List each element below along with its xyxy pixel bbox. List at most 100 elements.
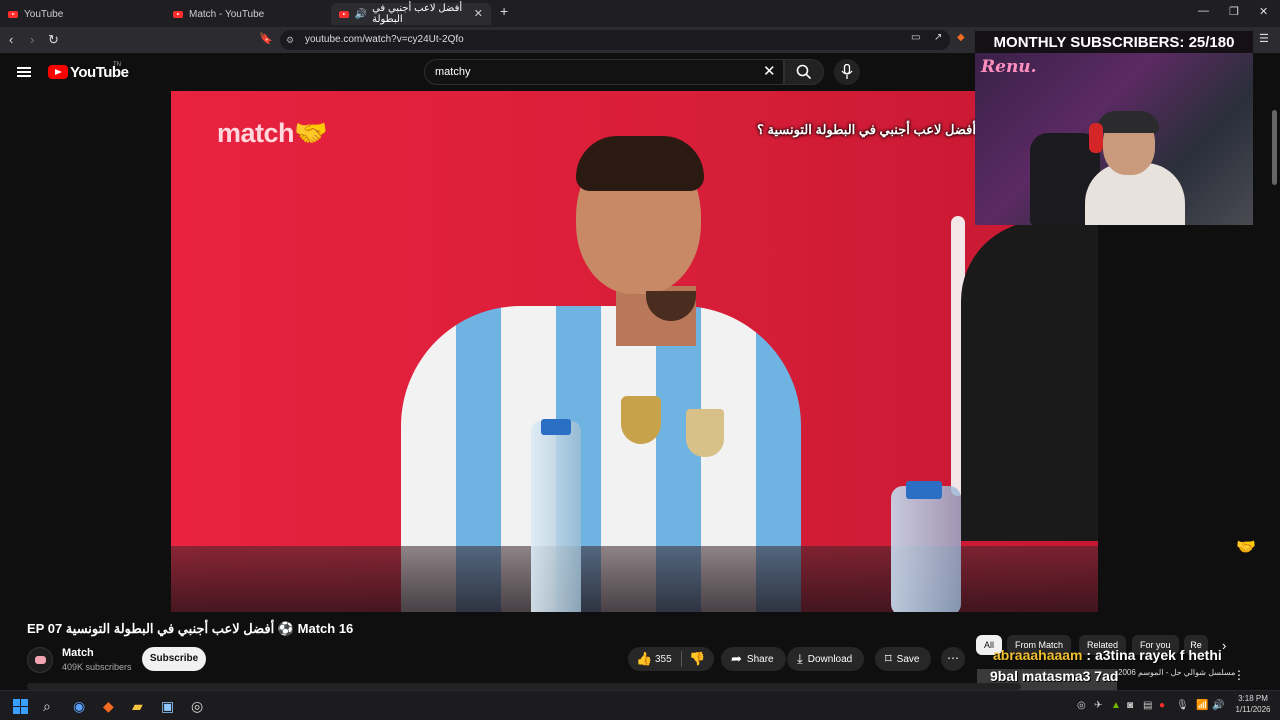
- guide-menu-icon[interactable]: [17, 67, 31, 77]
- youtube-favicon-icon: [8, 10, 18, 18]
- player-hair: [576, 136, 704, 191]
- video-player[interactable]: match🤝 أفضل لاعب أجنبي في البطولة التونس…: [171, 91, 1098, 612]
- photos-icon[interactable]: ▣: [161, 698, 174, 715]
- volume-icon[interactable]: 🔊: [1212, 700, 1224, 711]
- streamer-cap: [1097, 111, 1159, 133]
- share-label: Share: [746, 653, 774, 665]
- youtube-logo-icon[interactable]: [48, 65, 68, 79]
- restore-icon[interactable]: ❐: [1229, 5, 1239, 18]
- file-explorer-icon[interactable]: ▰: [132, 698, 143, 715]
- water-bottle: [531, 421, 581, 612]
- search-button[interactable]: [784, 59, 824, 85]
- bookmark-add-icon: ⌑: [885, 651, 892, 666]
- subscriber-goal: MONTHLY SUBSCRIBERS: 25/180: [993, 34, 1235, 51]
- speaker-icon[interactable]: 🔊: [355, 9, 367, 20]
- chat-message-1: abraaahaaam : a3tina rayek f hethi: [993, 647, 1222, 663]
- country-code: TN: [113, 62, 121, 68]
- youtube-favicon-icon: [173, 10, 183, 18]
- cam-logo: Renu.: [981, 57, 1037, 77]
- url-text: youtube.com/watch?v=cy24Ut-2Qfo: [305, 34, 464, 45]
- clock-time: 3:18 PM: [1238, 694, 1268, 703]
- match-brand-logo: match🤝: [217, 117, 328, 149]
- tray-app-icon[interactable]: ◎: [1077, 700, 1086, 711]
- match-watermark-icon: 🤝: [1236, 539, 1256, 556]
- dislike-button[interactable]: 👎: [689, 651, 705, 667]
- handshake-icon: 🤝: [294, 118, 328, 148]
- tab-match-youtube[interactable]: Match - YouTube: [165, 3, 330, 25]
- search-taskbar-icon[interactable]: ⌕: [43, 698, 51, 715]
- fifa-badge: [621, 396, 661, 444]
- network-icon[interactable]: 📶: [1196, 700, 1208, 711]
- webcam-feed: Renu.: [975, 53, 1253, 225]
- video-caption: أفضل لاعب أجنبي في البطولة التونسية ؟: [757, 122, 976, 137]
- download-label: Download: [807, 653, 853, 665]
- start-menu-icon[interactable]: [13, 699, 28, 714]
- tab-youtube[interactable]: YouTube: [0, 3, 165, 25]
- system-clock[interactable]: 3:18 PM 1/11/2026: [1230, 693, 1276, 715]
- search-icon: [796, 64, 812, 80]
- close-window-icon[interactable]: ✕: [1259, 5, 1268, 18]
- download-button[interactable]: ⤓ Download: [787, 647, 865, 671]
- video-title: EP 07 أفضل لاعب أجنبي في البطولة التونسي…: [27, 621, 354, 636]
- clear-search-icon[interactable]: ✕: [763, 62, 776, 80]
- microphone-icon: [841, 64, 853, 79]
- description-box-edge: [27, 683, 1021, 690]
- voice-search-button[interactable]: [834, 59, 860, 85]
- like-button[interactable]: 👍: [636, 651, 652, 667]
- browser-tab-bar: YouTube Match - YouTube 🔊 أفضل لاعب أجنب…: [0, 0, 1280, 27]
- scrollbar-thumb[interactable]: [1272, 110, 1277, 185]
- bookmark-icon[interactable]: 🔖: [259, 32, 273, 45]
- forward-icon[interactable]: ›: [30, 32, 34, 47]
- back-icon[interactable]: ‹: [9, 32, 13, 47]
- save-label: Save: [896, 653, 920, 665]
- afa-crest: [686, 409, 724, 457]
- microphone-tray-icon[interactable]: 🎙: [1176, 700, 1189, 711]
- new-tab-icon[interactable]: +: [500, 3, 508, 19]
- more-options-icon[interactable]: ⋮: [1233, 668, 1245, 682]
- copilot-icon[interactable]: ◉: [73, 698, 85, 715]
- chat-text: : a3tina rayek f hethi: [1082, 647, 1222, 663]
- share-button[interactable]: ➦ Share: [721, 647, 786, 671]
- share-icon: ➦: [731, 651, 742, 666]
- channel-name[interactable]: Match: [62, 647, 94, 659]
- tab-label: Match - YouTube: [189, 8, 265, 20]
- discord-icon[interactable]: ◙: [1127, 700, 1133, 711]
- more-actions-icon[interactable]: ⋯: [941, 647, 965, 671]
- recommended-title[interactable]: مسلسل شوالي حل - الموسم 2006: [1118, 668, 1235, 677]
- chat-message-2: 9bal matasma3 7ad: [990, 668, 1119, 684]
- subscribe-button[interactable]: Subscribe: [142, 647, 206, 671]
- download-icon: ⤓: [797, 651, 803, 666]
- browser-menu-icon[interactable]: ☰: [1259, 32, 1269, 45]
- stream-overlay: Renu. MONTHLY SUBSCRIBERS: 25/180: [975, 31, 1253, 225]
- url-field[interactable]: ⚙ youtube.com/watch?v=cy24Ut-2Qfo: [280, 30, 950, 50]
- windows-taskbar: ⌕ ◉ ◆ ▰ ▣ ◎ ◎ ✈ ▲ ◙ ▤ ● 🎙 📶 🔊: [0, 690, 1280, 720]
- share-page-icon[interactable]: ↗: [934, 32, 942, 43]
- tray-wifi-icon[interactable]: ✈: [1094, 700, 1102, 711]
- bottle-cap-2: [906, 481, 942, 499]
- record-icon[interactable]: ●: [1159, 700, 1165, 711]
- interviewer: [961, 221, 1098, 541]
- match-brand-text: match: [217, 118, 295, 148]
- brave-shield-icon[interactable]: ◆: [957, 32, 965, 43]
- like-dislike-group: 👍 355 👎: [628, 647, 714, 671]
- youtube-favicon-icon: [339, 10, 349, 18]
- search-input[interactable]: matchy: [424, 59, 784, 85]
- nvidia-icon[interactable]: ▲: [1111, 700, 1121, 711]
- minimize-icon[interactable]: —: [1198, 5, 1209, 17]
- tab-video-active[interactable]: 🔊 أفضل لاعب أجنبي في البطولة ✕: [331, 3, 491, 25]
- site-info-icon[interactable]: ⚙: [286, 30, 294, 50]
- brave-browser-icon[interactable]: ◆: [103, 698, 114, 715]
- like-count: 355: [655, 654, 672, 665]
- close-tab-icon[interactable]: ✕: [474, 7, 483, 20]
- clock-date: 1/11/2026: [1235, 705, 1271, 714]
- bottle-cap: [541, 419, 571, 435]
- subscriber-count: 409K subscribers: [62, 662, 132, 672]
- chevron-right-icon[interactable]: ›: [1222, 638, 1226, 653]
- tray-icon[interactable]: ▤: [1143, 700, 1152, 711]
- save-button[interactable]: ⌑ Save: [875, 647, 932, 671]
- channel-avatar[interactable]: [27, 647, 53, 673]
- app-icon[interactable]: ◎: [191, 698, 203, 715]
- cast-icon[interactable]: ▭: [911, 32, 920, 43]
- reload-icon[interactable]: ↻: [48, 32, 59, 48]
- headphones: [1089, 123, 1103, 153]
